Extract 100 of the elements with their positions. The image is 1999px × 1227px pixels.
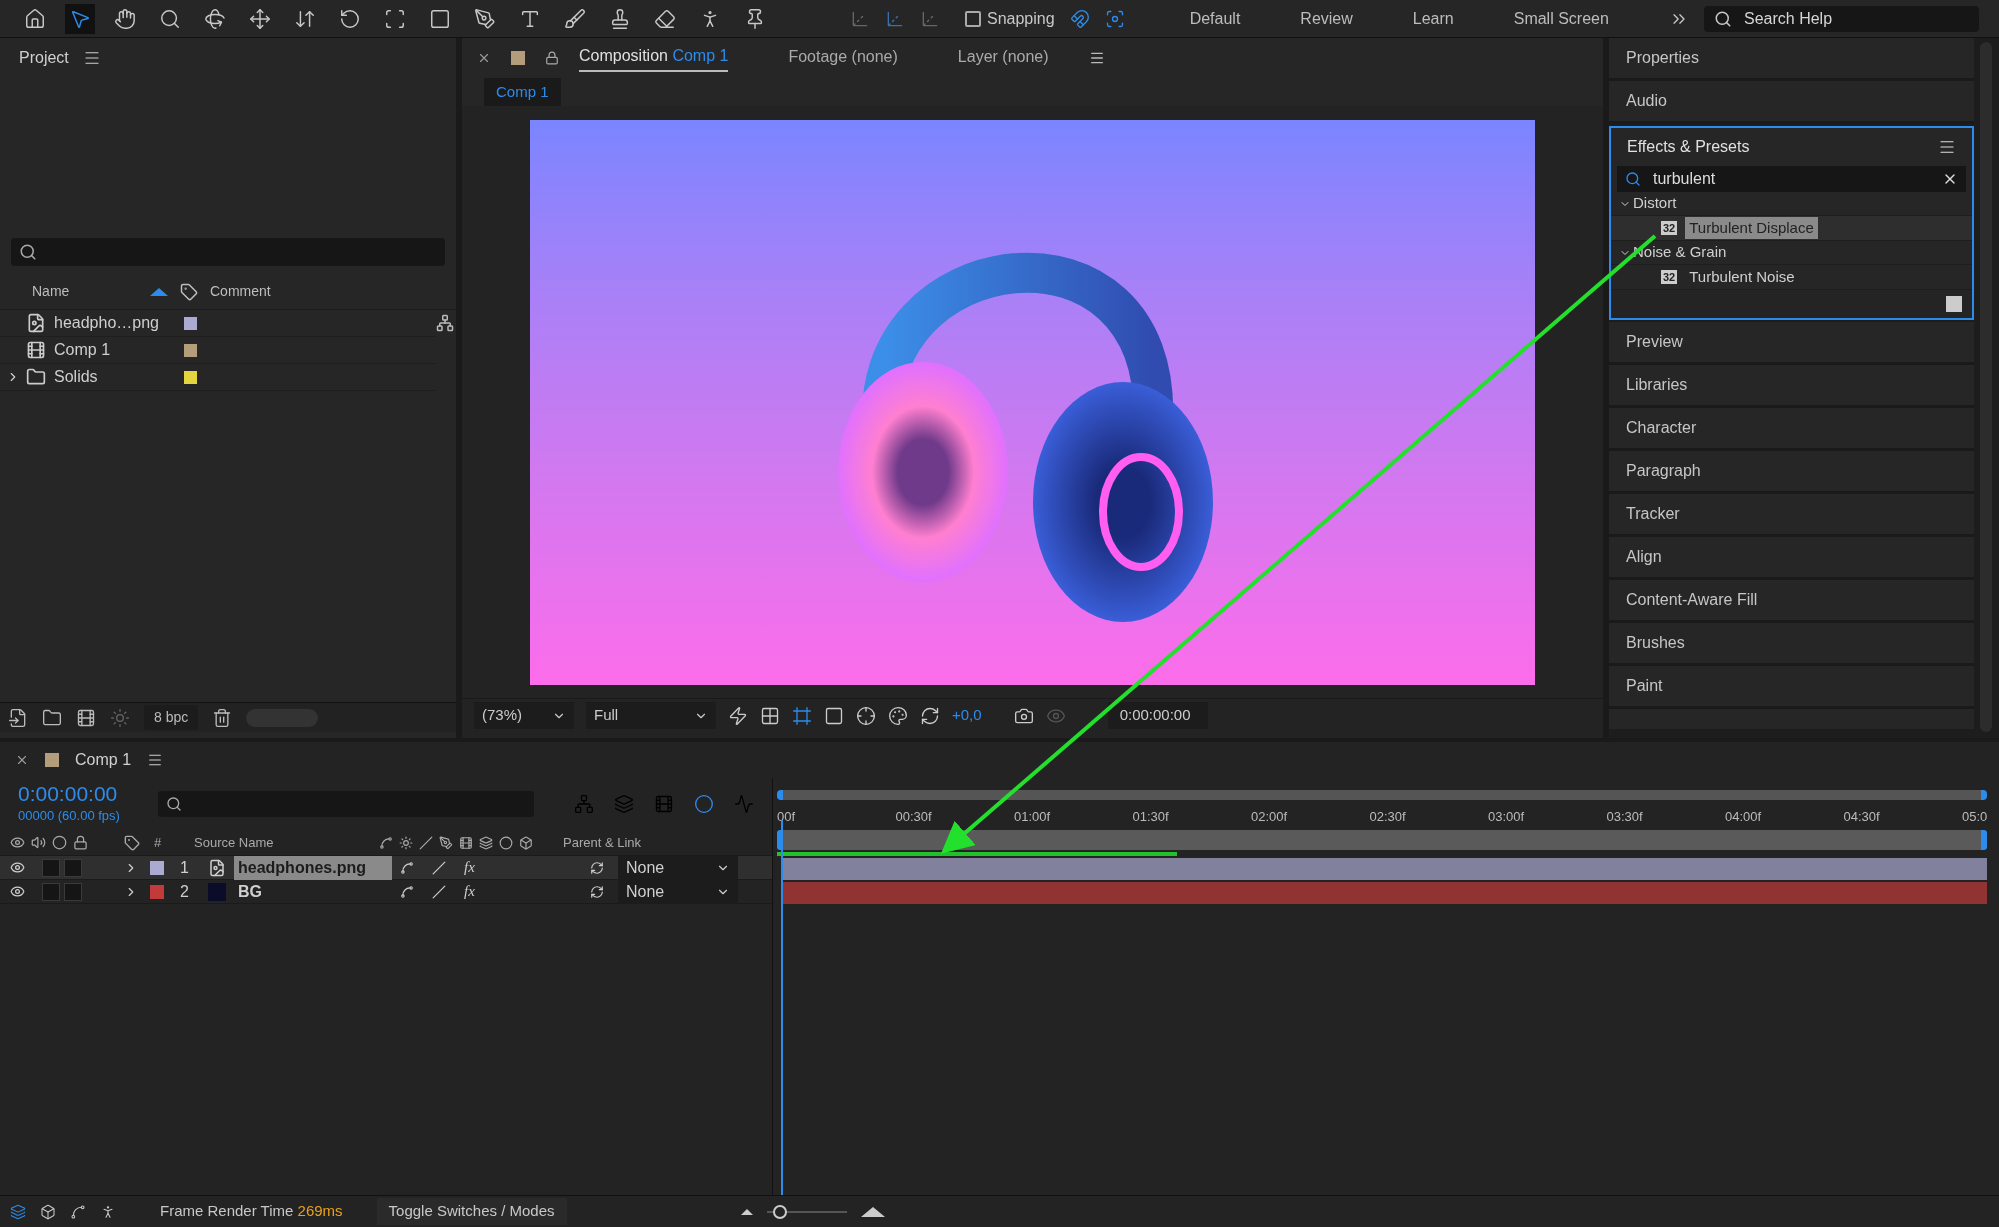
home-icon[interactable]	[24, 7, 46, 30]
switch-column-icon[interactable]	[459, 835, 473, 850]
resolution-dropdown[interactable]: Full	[586, 702, 716, 729]
label-color-swatch[interactable]	[184, 343, 197, 357]
audio-switch-icon[interactable]	[31, 835, 46, 850]
transparency-grid-icon[interactable]	[760, 705, 780, 726]
workspace-tab[interactable]: Default	[1189, 6, 1241, 31]
panel-tab[interactable]: Preview	[1609, 322, 1974, 365]
eraser-tool-icon[interactable]	[654, 7, 676, 30]
layer-name[interactable]: headphones.png	[234, 855, 392, 880]
new-composition-icon[interactable]	[76, 707, 96, 728]
project-item[interactable]: Solids	[0, 364, 436, 391]
interpret-footage-icon[interactable]	[8, 707, 28, 728]
switch-column-icon[interactable]	[399, 835, 413, 850]
effects-search-field[interactable]: turbulent	[1617, 166, 1966, 192]
project-item[interactable]: Comp 1	[0, 337, 436, 364]
timeline-tab[interactable]: Comp 1	[75, 748, 132, 772]
magnification-dropdown[interactable]: (73%)	[474, 702, 574, 729]
exposure-value[interactable]: +0,0	[952, 704, 982, 727]
solo-switch-icon[interactable]	[52, 835, 67, 850]
effect-switch[interactable]: fx	[464, 856, 475, 879]
motion-blur-icon[interactable]	[694, 794, 715, 814]
flowchart-icon[interactable]	[436, 314, 454, 332]
guides-icon[interactable]	[856, 705, 876, 726]
visibility-icon[interactable]	[10, 860, 25, 875]
trash-icon[interactable]	[212, 707, 233, 728]
viewer-tab[interactable]: Layer (none)	[957, 45, 1049, 71]
current-time-field[interactable]: 0:00:00:00	[1107, 702, 1208, 729]
visibility-icon[interactable]	[10, 884, 25, 899]
zoom-slider[interactable]	[766, 1204, 847, 1219]
column-header[interactable]: Source Name	[194, 832, 379, 853]
video-switch-icon[interactable]	[10, 835, 25, 850]
close-icon[interactable]	[477, 51, 491, 65]
switch-column-icon[interactable]	[479, 835, 493, 850]
solo-switch[interactable]	[42, 882, 60, 901]
pen-tool-icon[interactable]	[474, 7, 496, 30]
quality-switch-icon[interactable]	[432, 884, 446, 899]
viewer-tab[interactable]: Footage (none)	[788, 45, 898, 71]
switch-column-icon[interactable]	[419, 835, 433, 850]
panel-tab[interactable]: Brushes	[1609, 623, 1974, 666]
hand-tool-icon[interactable]	[114, 7, 136, 30]
column-header[interactable]: #	[154, 832, 194, 853]
zoom-out-icon[interactable]	[740, 1208, 753, 1215]
bit-depth-button[interactable]: 8 bpc	[144, 705, 199, 730]
workspace-tab[interactable]: Learn	[1412, 6, 1454, 31]
quality-switch-icon[interactable]	[432, 860, 446, 875]
panel-title[interactable]: Effects & Presets	[1627, 135, 1750, 159]
transfer-controls-icon[interactable]	[40, 1203, 56, 1220]
workspace-tab[interactable]: Review	[1300, 6, 1353, 31]
menu-icon[interactable]	[1938, 138, 1956, 156]
parent-dropdown[interactable]: None	[618, 879, 738, 904]
rectangle-tool-icon[interactable]	[429, 7, 451, 30]
brush-tool-icon[interactable]	[564, 7, 586, 30]
solo-switch[interactable]	[42, 858, 60, 877]
switch-column-icon[interactable]	[379, 835, 393, 850]
lock-switch[interactable]	[64, 882, 82, 901]
stamp-tool-icon[interactable]	[609, 7, 631, 30]
viewer-tab[interactable]: Composition Comp 1	[579, 44, 729, 72]
snapping-checkbox[interactable]: Snapping	[965, 6, 1055, 31]
effect-switch[interactable]: fx	[464, 880, 475, 903]
zoom-in-icon[interactable]	[860, 1206, 885, 1217]
anchor-tool-icon[interactable]	[384, 7, 406, 30]
effect-item[interactable]: Turbulent Noise	[1685, 265, 1799, 289]
pan-tool-icon[interactable]	[249, 7, 271, 30]
panel-tab[interactable]: Tracker	[1609, 494, 1974, 537]
label-tag-icon[interactable]	[180, 282, 198, 301]
lock-icon[interactable]	[545, 51, 559, 65]
column-header[interactable]: Parent & Link	[563, 832, 642, 853]
panel-tab[interactable]: Libraries	[1609, 365, 1974, 408]
panel-tab[interactable]: Align	[1609, 537, 1974, 580]
channel-icon[interactable]	[888, 705, 908, 726]
reset-exposure-icon[interactable]	[920, 705, 940, 726]
layer-switches-icon[interactable]	[10, 1203, 26, 1220]
project-search-field[interactable]	[11, 238, 445, 266]
current-time-display[interactable]: 0:00:00:00	[18, 782, 138, 807]
label-color-swatch[interactable]	[184, 370, 197, 384]
effect-item[interactable]: Turbulent Displace	[1685, 216, 1818, 240]
label-tag-icon[interactable]	[124, 834, 140, 851]
workspace-tab[interactable]: Small Screen	[1513, 6, 1609, 31]
switch-column-icon[interactable]	[499, 835, 513, 850]
mask-visibility-icon[interactable]	[792, 705, 812, 726]
label-color-swatch[interactable]	[184, 316, 197, 330]
panel-tab[interactable]: Properties	[1609, 38, 1974, 81]
panel-tab[interactable]: Paragraph	[1609, 451, 1974, 494]
switch-column-icon[interactable]	[519, 835, 533, 850]
zoom-tool-icon[interactable]	[159, 7, 181, 30]
parent-dropdown[interactable]: None	[618, 855, 738, 880]
region-of-interest-icon[interactable]	[824, 705, 844, 726]
search-help-field[interactable]: Search Help	[1704, 5, 1979, 32]
snap-target-icon[interactable]	[1104, 8, 1125, 29]
panel-title[interactable]: Project	[19, 46, 69, 70]
lock-switch-icon[interactable]	[73, 835, 88, 850]
orbit-tool-icon[interactable]	[204, 7, 226, 30]
menu-icon[interactable]	[82, 49, 101, 67]
menu-icon[interactable]	[147, 752, 164, 768]
panel-tab[interactable]: Paint	[1609, 666, 1974, 709]
close-icon[interactable]	[15, 753, 29, 767]
column-header[interactable]: Name	[32, 281, 150, 302]
menu-icon[interactable]	[1088, 50, 1105, 66]
panel-tab[interactable]: Character	[1609, 408, 1974, 451]
